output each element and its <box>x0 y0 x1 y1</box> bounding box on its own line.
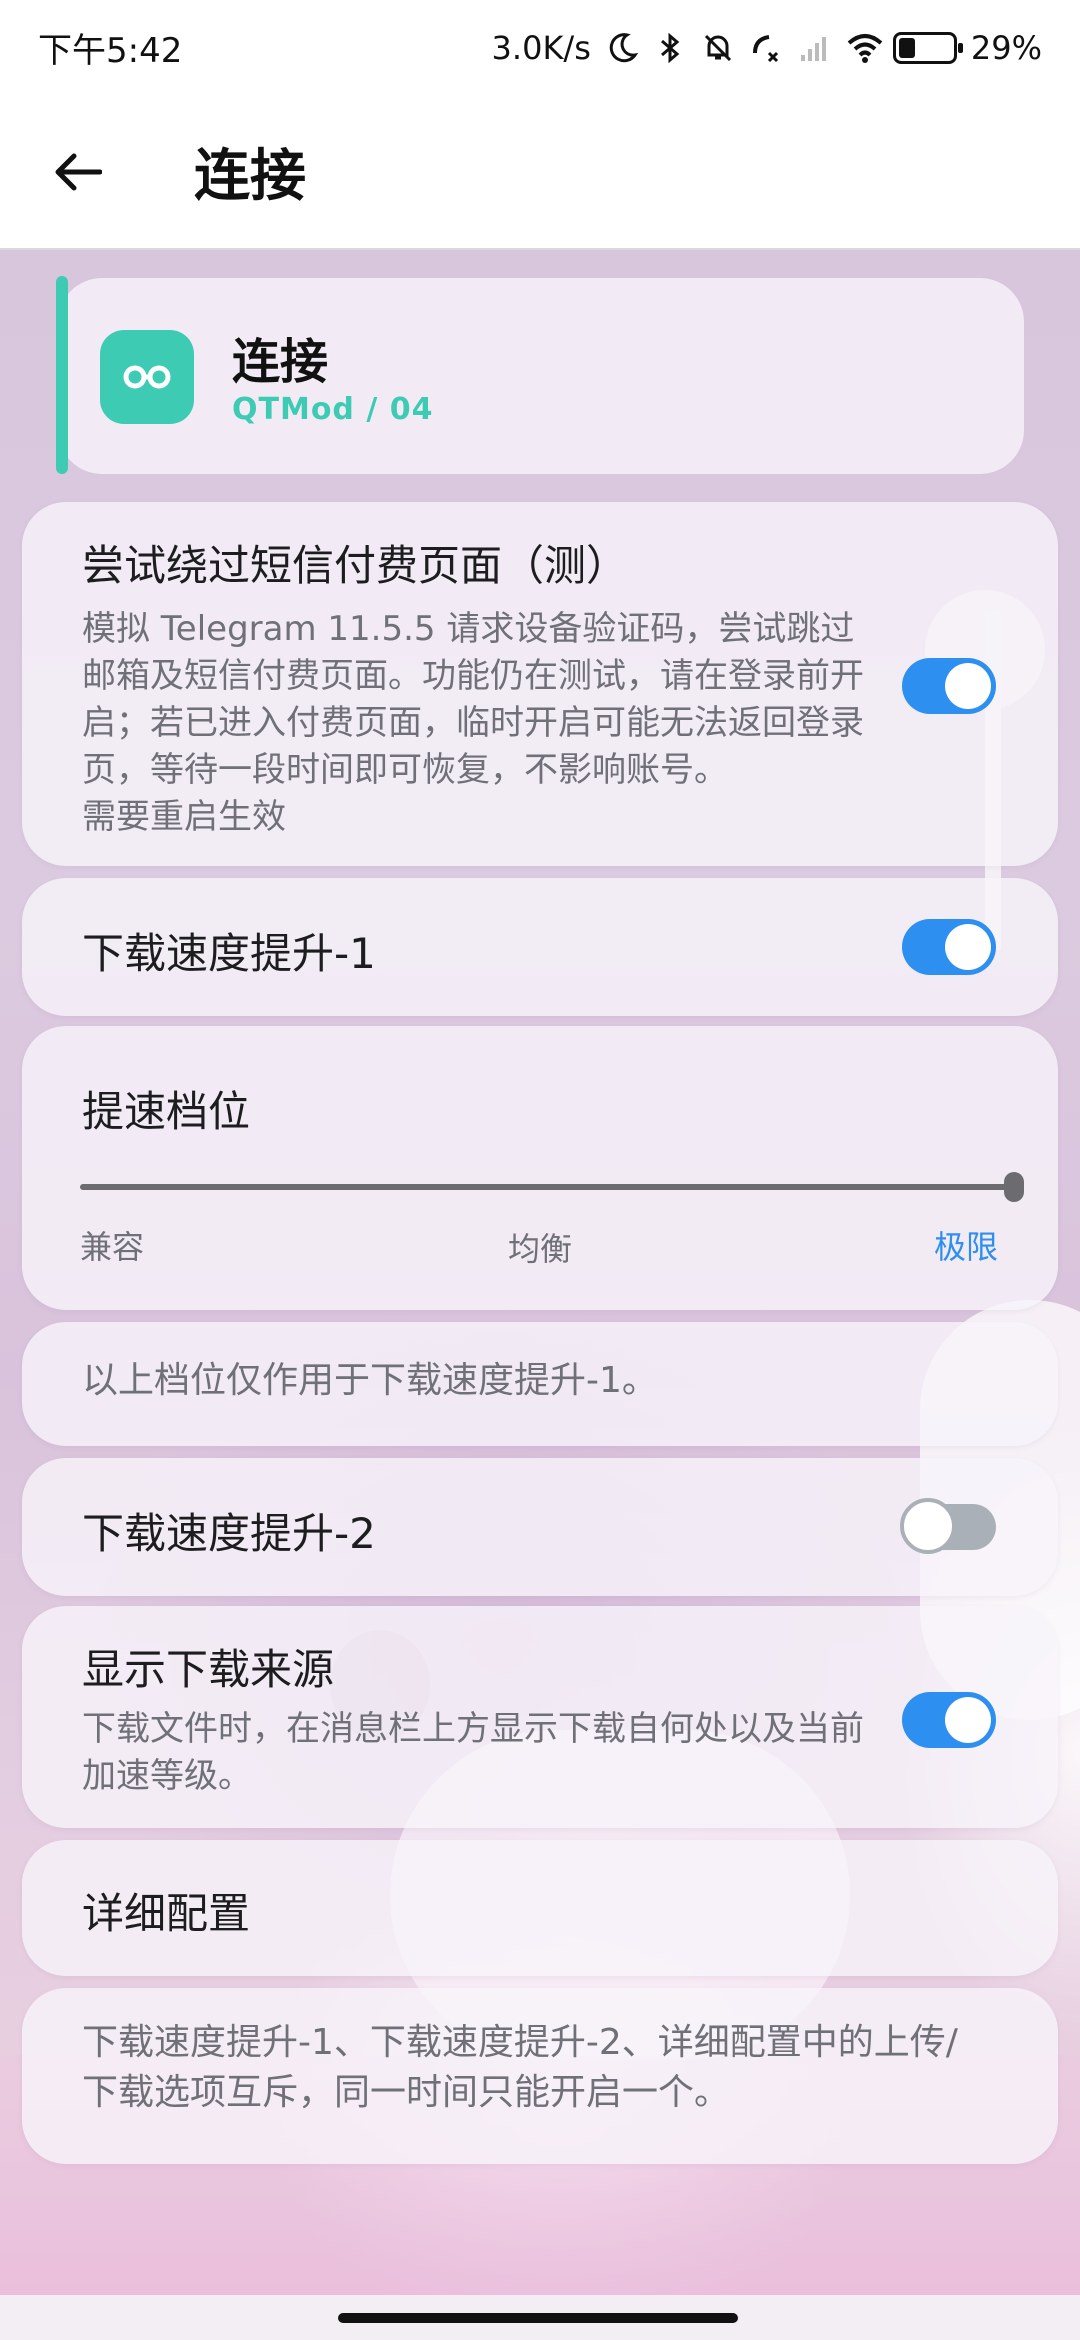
setting-title: 下载速度提升-1 <box>82 929 376 978</box>
setting-title: 提速档位 <box>82 1087 251 1136</box>
status-bar: 下午5:42 3.0K/s 29% <box>0 0 1080 95</box>
boost-level-note-card: 以上档位仅作用于下载速度提升-1。 <box>22 1322 1058 1446</box>
setting-show-source[interactable]: 显示下载来源 下载文件时，在消息栏上方显示下载自何处以及当前 加速等级。 <box>22 1606 1058 1828</box>
mute-bell-icon <box>701 31 735 65</box>
setting-speed-boost-2[interactable]: 下载速度提升-2 <box>22 1458 1058 1596</box>
setting-description: 下载文件时，在消息栏上方显示下载自何处以及当前 加速等级。 <box>82 1709 864 1796</box>
battery-percent: 29% <box>970 28 1042 67</box>
slider-label-balanced[interactable]: 均衡 <box>508 1224 572 1270</box>
setting-title: 尝试绕过短信付费页面（测） <box>82 541 629 590</box>
setting-title: 下载速度提升-2 <box>82 1509 376 1558</box>
app-bar: 连接 <box>0 95 1080 250</box>
boost-level-note: 以上档位仅作用于下载速度提升-1。 <box>82 1360 658 1401</box>
speed-boost-2-toggle[interactable] <box>900 1498 996 1554</box>
setting-boost-level: 提速档位 兼容 均衡 极限 <box>22 1026 1058 1310</box>
bypass-sms-toggle[interactable] <box>902 658 996 714</box>
boost-level-slider[interactable] <box>80 1184 1016 1190</box>
status-time: 下午5:42 <box>38 31 183 71</box>
setting-bypass-sms[interactable]: 尝试绕过短信付费页面（测） 模拟 Telegram 11.5.5 请求设备验证码… <box>22 502 1058 866</box>
battery-icon <box>892 31 963 64</box>
home-indicator[interactable] <box>338 2313 738 2323</box>
exclusive-note-card: 下载速度提升-1、下载速度提升-2、详细配置中的上传/ 下载选项互斥，同一时间只… <box>22 1988 1058 2164</box>
speed-boost-1-toggle[interactable] <box>902 919 996 975</box>
slider-label-extreme[interactable]: 极限 <box>934 1222 998 1268</box>
exclusive-note: 下载速度提升-1、下载速度提升-2、详细配置中的上传/ 下载选项互斥，同一时间只… <box>82 2022 958 2113</box>
bluetooth-icon <box>653 31 687 65</box>
section-subtitle: QTMod / 04 <box>232 392 434 427</box>
call-blocked-icon <box>749 31 783 65</box>
moon-icon <box>605 31 639 65</box>
page-title: 连接 <box>194 144 306 209</box>
wifi-icon <box>845 31 883 65</box>
setting-title: 详细配置 <box>82 1889 251 1938</box>
setting-speed-boost-1[interactable]: 下载速度提升-1 <box>22 878 1058 1016</box>
setting-detail-config[interactable]: 详细配置 <box>22 1840 1058 1976</box>
slider-label-compat[interactable]: 兼容 <box>80 1222 144 1268</box>
setting-title: 显示下载来源 <box>82 1645 335 1694</box>
navigation-bar <box>0 2295 1080 2340</box>
arrow-left-icon <box>55 153 102 190</box>
show-source-toggle[interactable] <box>902 1692 996 1748</box>
section-icon <box>100 330 194 424</box>
net-speed: 3.0K/s <box>491 28 591 67</box>
infinity-icon <box>123 365 171 389</box>
section-title: 连接 <box>232 334 329 390</box>
back-button[interactable] <box>38 132 118 212</box>
setting-description: 模拟 Telegram 11.5.5 请求设备验证码，尝试跳过 邮箱及短信付费页… <box>82 609 864 837</box>
signal-icon <box>797 31 831 65</box>
accent-bar <box>56 276 68 474</box>
section-header-card <box>58 278 1024 474</box>
slider-thumb[interactable] <box>1004 1172 1024 1202</box>
